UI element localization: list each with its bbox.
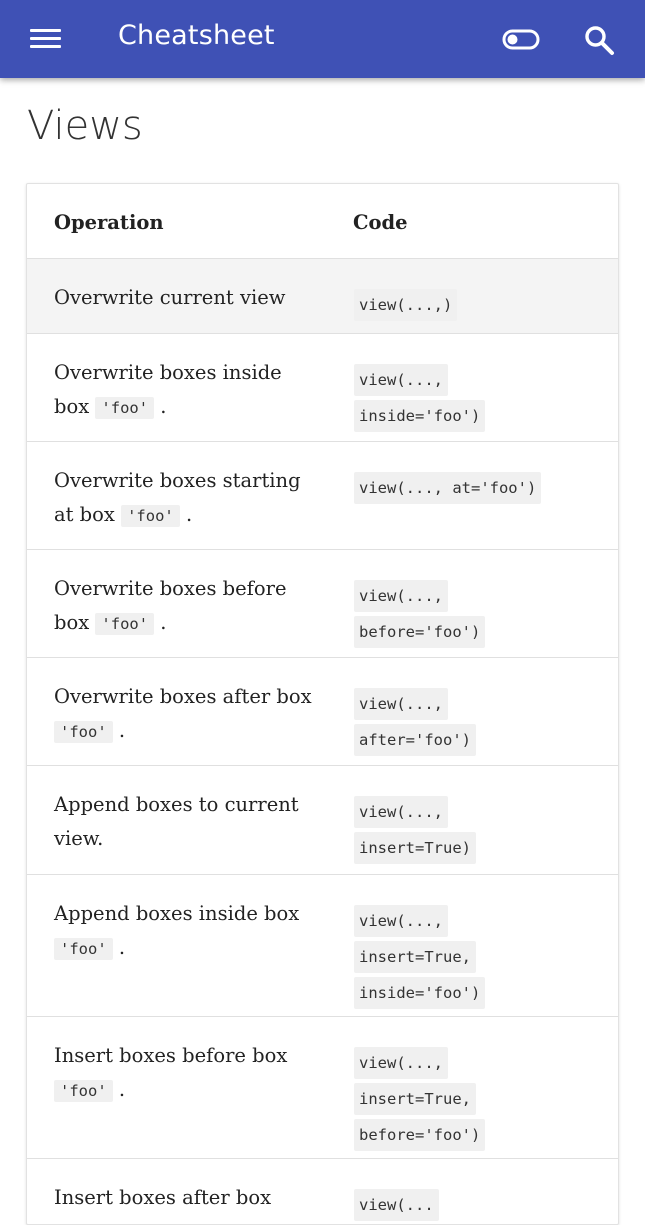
operation-text: Overwrite boxes inside box (54, 361, 282, 418)
search-icon (585, 26, 614, 55)
theme-toggle-button[interactable] (502, 29, 540, 50)
code-snippet-line: before='foo') (354, 616, 486, 648)
inline-code: 'foo' (54, 1080, 113, 1102)
code-cell: view(..., after='foo') (353, 688, 605, 760)
code-snippet-line: view(..., (354, 364, 448, 396)
table-row: Overwrite current view view(...,) (27, 259, 618, 334)
code-snippet-line: view(..., at='foo') (354, 472, 542, 504)
app-bar: Cheatsheet (0, 0, 645, 78)
table-row: Overwrite boxes after box 'foo' . view(..… (27, 658, 618, 766)
operation-suffix: . (179, 503, 193, 526)
column-header-code: Code (353, 211, 408, 234)
operation-text: Insert boxes before box (54, 1044, 288, 1067)
operation-cell: Append boxes inside box 'foo' . (54, 897, 322, 966)
operation-cell: Overwrite current view (54, 281, 322, 315)
operation-cell: Overwrite boxes starting at box 'foo' . (54, 464, 322, 533)
app-title: Cheatsheet (118, 20, 275, 51)
table-header-row: Operation Code (27, 184, 618, 259)
toggle-icon (502, 29, 540, 50)
cheatsheet-table: Operation Code Overwrite current view vie… (26, 183, 619, 1225)
inline-code: 'foo' (54, 721, 113, 743)
inline-code: 'foo' (95, 613, 155, 635)
code-cell: view(...,) (353, 289, 605, 325)
code-snippet-line: before='foo') (354, 1119, 486, 1151)
code-snippet-line: insert=True, (354, 941, 476, 973)
code-cell: view(..., inside='foo') (353, 364, 605, 436)
code-snippet-line: view(..., (354, 905, 448, 937)
operation-suffix: . (112, 936, 126, 959)
operation-text: Overwrite boxes before box (54, 577, 287, 634)
operation-text: Insert boxes after box (54, 1186, 272, 1209)
code-snippet-line: insert=True) (354, 832, 476, 864)
menu-button[interactable] (30, 27, 62, 51)
operation-text: Append boxes to current view. (54, 793, 299, 850)
code-snippet-line: view(..., (354, 688, 448, 720)
table-row: Overwrite boxes starting at box 'foo' . v… (27, 442, 618, 550)
operation-cell: Overwrite boxes before box 'foo' . (54, 572, 322, 641)
operation-cell: Append boxes to current view. (54, 788, 322, 856)
menu-icon-bar (30, 45, 61, 48)
operation-suffix: . (112, 1078, 126, 1101)
table-row: Append boxes to current view. view(..., in… (27, 766, 618, 875)
table-row: Overwrite boxes before box 'foo' . view(.… (27, 550, 618, 658)
table-row: Overwrite boxes inside box 'foo' . view(.… (27, 334, 618, 442)
code-snippet-line: view(...,) (354, 289, 458, 321)
menu-icon-bar (30, 37, 61, 40)
operation-suffix: . (154, 395, 167, 418)
menu-icon (30, 29, 61, 32)
operation-suffix: . (112, 719, 126, 742)
code-snippet-line: after='foo') (354, 724, 476, 756)
search-button[interactable] (583, 24, 615, 56)
operation-text: Overwrite boxes after box (54, 685, 312, 708)
code-cell: view(..., insert=True) (353, 796, 605, 868)
code-snippet-line: view(... (354, 1189, 439, 1221)
code-cell: view(..., before='foo') (353, 580, 605, 652)
table-row: Insert boxes after box view(... (27, 1159, 618, 1224)
table-row: Insert boxes before box 'foo' . view(...,… (27, 1017, 618, 1159)
code-snippet-line: inside='foo') (354, 400, 486, 432)
inline-code: 'foo' (95, 397, 155, 419)
column-header-operation: Operation (54, 211, 164, 234)
operation-cell: Overwrite boxes inside box 'foo' . (54, 356, 322, 425)
code-snippet-line: view(..., (354, 1047, 448, 1079)
operation-suffix: . (154, 611, 167, 634)
code-cell: view(..., insert=True, before='foo') (353, 1047, 605, 1155)
code-cell: view(..., insert=True, inside='foo') (353, 905, 605, 1013)
page-title: Views (27, 103, 143, 149)
inline-code: 'foo' (54, 938, 113, 960)
operation-cell: Overwrite boxes after box 'foo' . (54, 680, 322, 749)
operation-cell: Insert boxes after box (54, 1181, 322, 1215)
table-row: Append boxes inside box 'foo' . view(...,… (27, 875, 618, 1017)
code-snippet-line: insert=True, (354, 1083, 476, 1115)
operation-text: Overwrite current view (54, 286, 286, 309)
code-snippet-line: view(..., (354, 796, 448, 828)
operation-cell: Insert boxes before box 'foo' . (54, 1039, 322, 1108)
code-cell: view(... (353, 1189, 605, 1224)
code-snippet-line: view(..., (354, 580, 448, 612)
code-cell: view(..., at='foo') (353, 472, 605, 508)
inline-code: 'foo' (121, 505, 180, 527)
operation-text: Append boxes inside box (54, 902, 300, 925)
code-snippet-line: inside='foo') (354, 977, 486, 1009)
